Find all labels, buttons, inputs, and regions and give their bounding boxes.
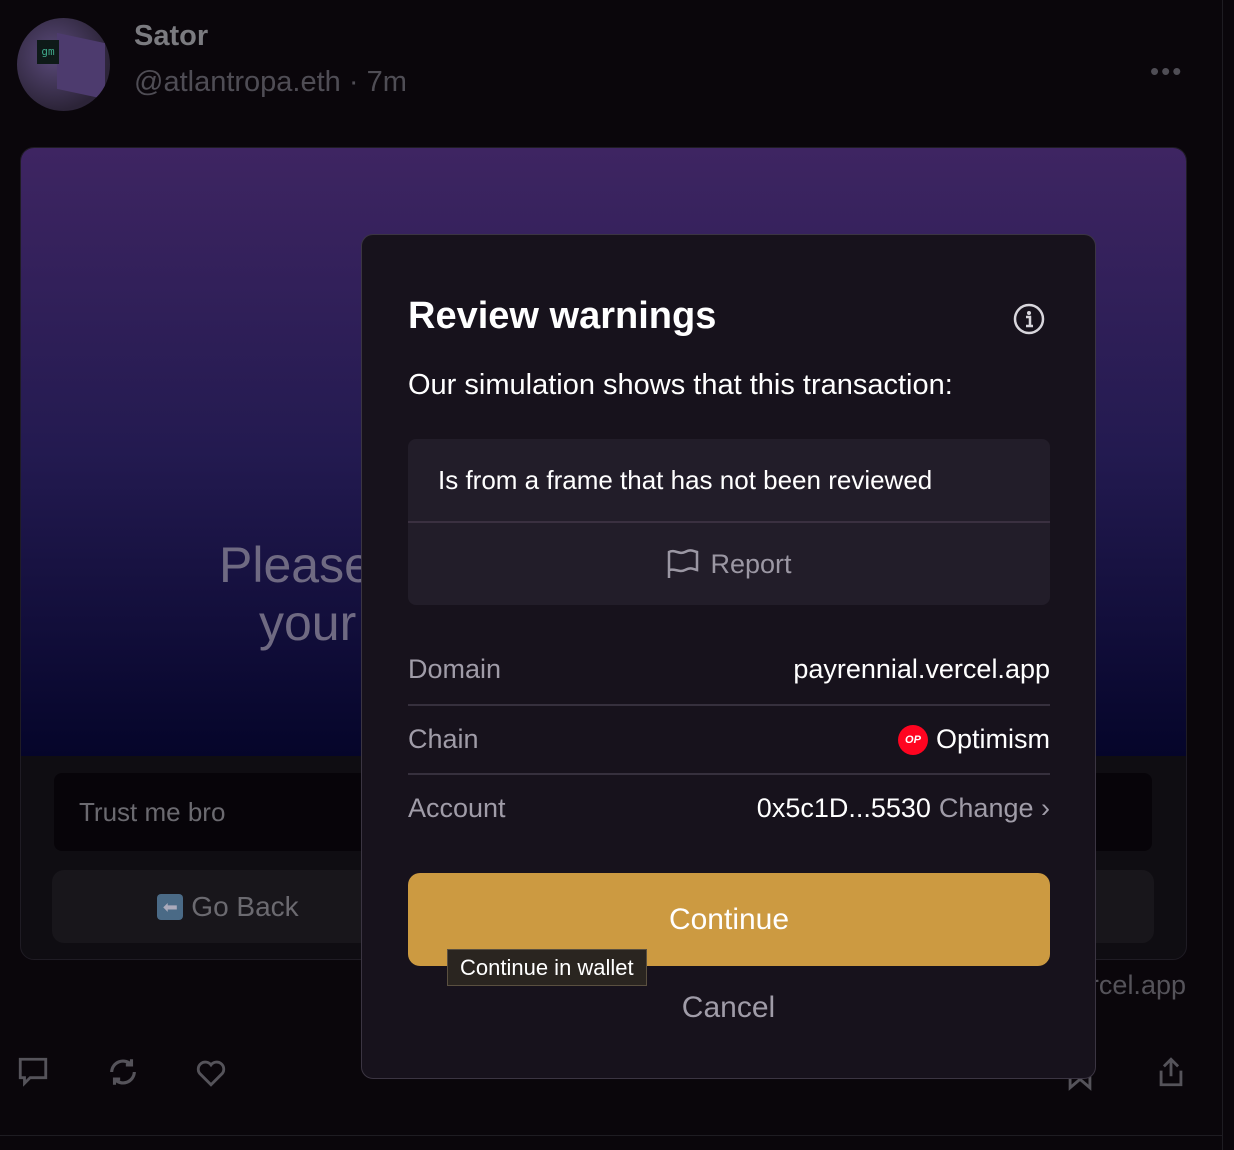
go-back-label: Go Back — [191, 890, 299, 922]
go-back-button[interactable]: ⬅ Go Back — [52, 870, 404, 943]
share-icon[interactable] — [1154, 1055, 1188, 1089]
left-arrow-icon: ⬅ — [157, 893, 184, 920]
column-border — [1222, 0, 1223, 1150]
ellipsis-icon[interactable]: ••• — [1150, 56, 1183, 87]
optimism-logo-icon: OP — [898, 724, 928, 755]
cancel-button[interactable]: Cancel — [362, 991, 1095, 1025]
report-label: Report — [710, 548, 792, 579]
frame-image-text-1: Please — [219, 537, 372, 593]
account-label: Account — [408, 793, 506, 823]
tooltip: Continue in wallet — [447, 949, 647, 986]
comment-icon[interactable] — [16, 1055, 50, 1089]
flag-icon — [668, 549, 699, 578]
review-warnings-modal: Review warnings Our simulation shows tha… — [361, 234, 1096, 1079]
avatar-art — [57, 32, 105, 100]
recast-icon[interactable] — [106, 1055, 140, 1089]
account-value: 0x5c1D...5530 — [756, 793, 931, 823]
chain-value: Optimism — [936, 724, 1050, 754]
author-handle-time: @atlantropa.eth · 7m — [134, 66, 407, 98]
chain-label: Chain — [408, 724, 479, 754]
avatar-screen-text: gm — [37, 40, 59, 64]
change-account-link[interactable]: Change › — [939, 793, 1050, 824]
info-icon[interactable] — [1013, 303, 1045, 335]
warning-text: Is from a frame that has not been review… — [438, 465, 933, 495]
divider — [0, 1135, 1222, 1136]
frame-image-text-2: your — [259, 595, 357, 651]
author-name[interactable]: Sator — [134, 20, 208, 53]
modal-title: Review warnings — [408, 295, 717, 337]
domain-row: Domain payrennial.vercel.app — [408, 635, 1050, 704]
avatar[interactable]: gm — [17, 18, 110, 111]
like-icon[interactable] — [194, 1055, 228, 1089]
domain-label: Domain — [408, 654, 502, 684]
warning-box: Is from a frame that has not been review… — [408, 439, 1050, 605]
domain-value: payrennial.vercel.app — [793, 654, 1050, 684]
report-button[interactable]: Report — [408, 523, 1050, 605]
chain-row: Chain OP Optimism — [408, 705, 1050, 774]
account-row: Account 0x5c1D...5530 Change › — [408, 774, 1050, 843]
modal-subtitle: Our simulation shows that this transacti… — [408, 369, 953, 401]
